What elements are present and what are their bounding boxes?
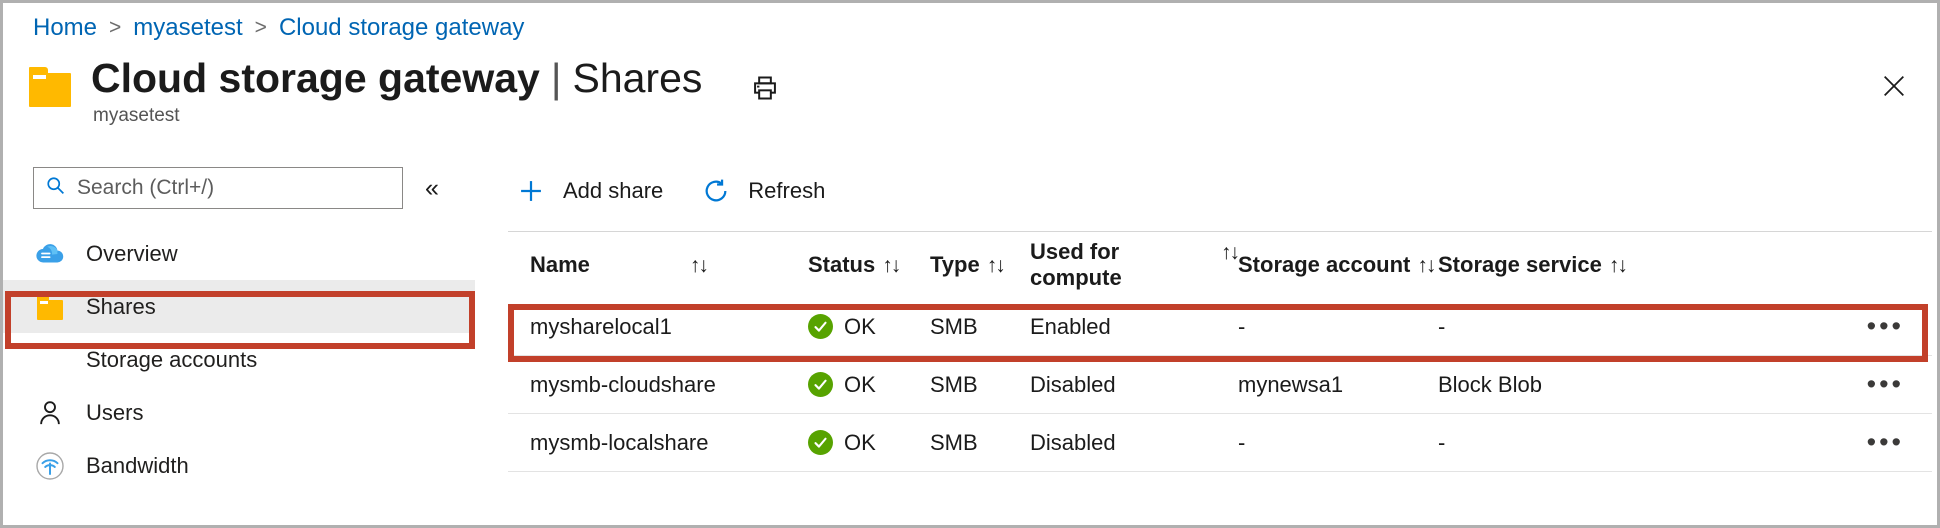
- add-share-button[interactable]: Add share: [508, 168, 681, 214]
- bandwidth-icon: [33, 449, 67, 483]
- page-title: Cloud storage gateway | Shares: [91, 55, 702, 101]
- cell-used-for-compute: Enabled: [1030, 314, 1238, 340]
- cell-storage-service: -: [1438, 314, 1628, 340]
- cell-actions: •••: [1628, 371, 1932, 398]
- sort-icon[interactable]: ↑↓: [1609, 254, 1626, 278]
- search-input[interactable]: [75, 175, 385, 201]
- sidebar-item-storage-accounts[interactable]: Storage accounts: [3, 333, 475, 386]
- blade-title-row: Cloud storage gateway | Shares myasetest: [29, 55, 702, 127]
- cell-used-for-compute: Disabled: [1030, 430, 1238, 456]
- user-icon: [33, 396, 67, 430]
- breadcrumb-item-home[interactable]: Home: [33, 14, 97, 42]
- cell-actions: •••: [1628, 313, 1932, 340]
- refresh-label: Refresh: [748, 178, 825, 204]
- sort-icon[interactable]: ↑↓: [690, 254, 707, 278]
- sidebar-search-row: «: [33, 167, 439, 209]
- cell-storage-service: Block Blob: [1438, 372, 1628, 398]
- sidebar-item-label: Bandwidth: [86, 453, 189, 479]
- sort-icon[interactable]: ↑↓: [1221, 241, 1238, 265]
- search-box[interactable]: [33, 167, 403, 209]
- status-ok-icon: [808, 372, 833, 397]
- print-icon[interactable]: [748, 71, 782, 105]
- cell-status: OK: [808, 372, 930, 398]
- search-icon: [45, 175, 66, 201]
- status-ok-icon: [808, 430, 833, 455]
- storage-accounts-icon: [33, 343, 67, 377]
- shares-table: Name ↑↓ Status ↑↓ Type ↑↓ Used for compu…: [508, 237, 1932, 472]
- cell-type: SMB: [930, 430, 1030, 456]
- breadcrumb-separator-icon: >: [109, 16, 121, 40]
- sidebar-item-label: Storage accounts: [86, 347, 257, 373]
- sidebar-item-label: Users: [86, 400, 143, 426]
- cell-storage-account: -: [1238, 314, 1438, 340]
- ellipsis-icon[interactable]: •••: [1867, 429, 1904, 456]
- cell-name[interactable]: mysharelocal1: [508, 314, 808, 340]
- blade-left-nav: « Overview Shares: [3, 153, 475, 525]
- breadcrumb-item-myasetest[interactable]: myasetest: [133, 14, 242, 42]
- cell-storage-account: mynewsa1: [1238, 372, 1438, 398]
- column-header-used-for-compute[interactable]: Used for compute ↑↓: [1030, 239, 1238, 291]
- add-share-label: Add share: [563, 178, 663, 204]
- sidebar-item-bandwidth[interactable]: Bandwidth: [3, 439, 475, 492]
- breadcrumb: Home > myasetest > Cloud storage gateway: [33, 11, 524, 45]
- cell-type: SMB: [930, 372, 1030, 398]
- table-row[interactable]: mysmb-localshare OK SMB Disabled - - •••: [508, 414, 1932, 472]
- table-row[interactable]: mysharelocal1 OK SMB Enabled - - •••: [508, 298, 1932, 356]
- cell-name[interactable]: mysmb-cloudshare: [508, 372, 808, 398]
- ellipsis-icon[interactable]: •••: [1867, 313, 1904, 340]
- sidebar-item-label: Shares: [86, 294, 156, 320]
- table-header-row: Name ↑↓ Status ↑↓ Type ↑↓ Used for compu…: [508, 237, 1932, 292]
- cell-status: OK: [808, 430, 930, 456]
- command-bar: Add share Refresh: [508, 163, 855, 219]
- cell-used-for-compute: Disabled: [1030, 372, 1238, 398]
- folder-icon: [33, 290, 67, 324]
- status-label: OK: [844, 314, 876, 340]
- sidebar-item-label: Overview: [86, 241, 178, 267]
- status-label: OK: [844, 430, 876, 456]
- collapse-nav-button[interactable]: «: [425, 176, 439, 201]
- column-header-name[interactable]: Name ↑↓: [508, 252, 808, 278]
- page-title-main: Cloud storage gateway: [91, 55, 540, 101]
- refresh-icon: [699, 174, 733, 208]
- toolbar-divider: [508, 231, 1932, 232]
- status-label: OK: [844, 372, 876, 398]
- page-title-divider: |: [551, 55, 562, 101]
- page-title-section: Shares: [572, 55, 702, 101]
- breadcrumb-item-cloud-storage-gateway[interactable]: Cloud storage gateway: [279, 14, 524, 42]
- cell-storage-service: -: [1438, 430, 1628, 456]
- ellipsis-icon[interactable]: •••: [1867, 371, 1904, 398]
- shares-main-content: Add share Refresh Name ↑↓: [508, 153, 1937, 525]
- sidebar-item-overview[interactable]: Overview: [3, 227, 475, 280]
- column-header-storage-account[interactable]: Storage account ↑↓: [1238, 252, 1438, 278]
- sort-icon[interactable]: ↑↓: [882, 254, 899, 278]
- cell-name[interactable]: mysmb-localshare: [508, 430, 808, 456]
- azure-portal-blade: Home > myasetest > Cloud storage gateway…: [0, 0, 1940, 528]
- refresh-button[interactable]: Refresh: [693, 168, 843, 214]
- close-icon[interactable]: [1873, 65, 1915, 107]
- sidebar-nav-list: Overview Shares Storage accounts: [3, 227, 475, 492]
- table-row[interactable]: mysmb-cloudshare OK SMB Disabled mynewsa…: [508, 356, 1932, 414]
- status-ok-icon: [808, 314, 833, 339]
- sidebar-item-users[interactable]: Users: [3, 386, 475, 439]
- sidebar-item-shares[interactable]: Shares: [3, 280, 475, 333]
- column-header-type[interactable]: Type ↑↓: [930, 252, 1030, 278]
- cell-actions: •••: [1628, 429, 1932, 456]
- sort-icon[interactable]: ↑↓: [987, 254, 1004, 278]
- column-header-storage-service[interactable]: Storage service ↑↓: [1438, 252, 1628, 278]
- column-header-status[interactable]: Status ↑↓: [808, 252, 930, 278]
- folder-icon: [29, 65, 75, 107]
- page-subtitle: myasetest: [93, 105, 702, 127]
- cloud-icon: [33, 237, 67, 271]
- sort-icon[interactable]: ↑↓: [1417, 254, 1434, 278]
- breadcrumb-separator-icon: >: [255, 16, 267, 40]
- cell-storage-account: -: [1238, 430, 1438, 456]
- cell-status: OK: [808, 314, 930, 340]
- plus-icon: [514, 174, 548, 208]
- cell-type: SMB: [930, 314, 1030, 340]
